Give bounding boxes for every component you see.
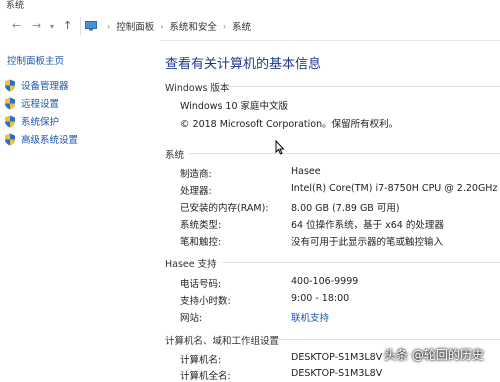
- up-arrow-icon[interactable]: ↑: [63, 19, 72, 32]
- phone-label: 电话号码:: [180, 279, 222, 290]
- shield-icon: [5, 115, 15, 127]
- sidebar-item-label: 系统保护: [21, 117, 60, 128]
- title-bar: 系统: [0, 0, 500, 12]
- back-arrow-icon[interactable]: ←: [12, 19, 21, 32]
- computer-name-section-title: 计算机名、域和工作组设置: [165, 336, 280, 347]
- control-panel-home-link[interactable]: 控制面板主页: [7, 53, 64, 67]
- breadcrumb-system-security[interactable]: 系统和安全: [169, 19, 217, 33]
- computer-name-value: DESKTOP-S1M3L8V: [291, 352, 383, 363]
- windows-edition-value: Windows 10 家庭中文版: [180, 101, 289, 112]
- breadcrumb-control-panel[interactable]: 控制面板: [116, 19, 154, 33]
- system-section-title: 系统: [165, 150, 185, 161]
- support-hours-label: 支持小时数:: [180, 296, 231, 307]
- sidebar-item-system-protection[interactable]: 系统保护: [4, 112, 78, 130]
- sidebar-item-advanced-settings[interactable]: 高级系统设置: [4, 130, 78, 148]
- shield-icon: [5, 133, 15, 145]
- mouse-cursor-icon: [275, 140, 285, 155]
- full-computer-name-value: DESKTOP-S1M3L8V: [291, 368, 383, 379]
- pen-touch-label: 笔和触控:: [180, 237, 222, 248]
- online-support-link[interactable]: 联机支持: [291, 310, 329, 324]
- windows-edition-section-title: Windows 版本: [165, 83, 230, 94]
- breadcrumb-separator-icon: ›: [160, 21, 164, 31]
- breadcrumb[interactable]: › 控制面板 › 系统和安全 › 系统: [80, 17, 500, 35]
- sidebar-task-list: 设备管理器 远程设置 系统保护 高级系统设置: [4, 76, 78, 148]
- section-divider: [228, 86, 500, 87]
- forward-arrow-icon[interactable]: →: [32, 19, 41, 32]
- support-hours-value: 9:00 - 18:00: [291, 293, 350, 304]
- address-bar: ← → ▾ ↑ › 控制面板 › 系统和安全 › 系统: [0, 12, 500, 41]
- full-computer-name-label: 计算机全名:: [180, 371, 231, 382]
- ram-label: 已安装的内存(RAM):: [180, 203, 269, 214]
- breadcrumb-system[interactable]: 系统: [232, 19, 251, 33]
- breadcrumb-separator-icon: ›: [222, 21, 227, 31]
- shield-icon: [5, 97, 15, 109]
- system-type-value: 64 位操作系统，基于 x64 的处理器: [291, 220, 444, 231]
- support-section-title: Hasee 支持: [165, 259, 217, 270]
- window-title: 系统: [6, 1, 25, 11]
- control-panel-icon: [85, 21, 97, 31]
- section-divider: [222, 262, 500, 263]
- copyright-text: © 2018 Microsoft Corporation。保留所有权利。: [180, 119, 399, 130]
- sidebar: 控制面板主页 设备管理器 远程设置 系统保护 高级系统设置: [0, 40, 160, 375]
- breadcrumb-separator-icon: ›: [107, 21, 111, 31]
- processor-label: 处理器:: [180, 186, 212, 197]
- computer-name-label: 计算机名:: [180, 355, 222, 366]
- section-divider: [188, 153, 500, 154]
- ram-value: 8.00 GB (7.89 GB 可用): [291, 203, 400, 214]
- page-title: 查看有关计算机的基本信息: [165, 57, 322, 72]
- manufacturer-label: 制造商:: [180, 169, 212, 180]
- pen-touch-value: 没有可用于此显示器的笔或触控输入: [291, 237, 444, 248]
- processor-value: Intel(R) Core(TM) i7-8750H CPU @ 2.20GHz…: [291, 183, 500, 194]
- sidebar-item-label: 高级系统设置: [21, 135, 79, 146]
- watermark: 头条 @轮回的历史: [384, 348, 484, 362]
- system-type-label: 系统类型:: [180, 220, 222, 231]
- shield-icon: [5, 79, 15, 91]
- sidebar-item-label: 设备管理器: [21, 81, 69, 92]
- section-divider: [278, 339, 500, 340]
- recent-dropdown-icon[interactable]: ▾: [50, 22, 54, 31]
- website-label: 网站:: [180, 313, 203, 324]
- main-content: 查看有关计算机的基本信息 Windows 版本 Windows 10 家庭中文版…: [160, 40, 500, 382]
- manufacturer-value: Hasee: [291, 166, 321, 177]
- sidebar-item-label: 远程设置: [21, 99, 60, 110]
- sidebar-item-device-manager[interactable]: 设备管理器: [4, 76, 78, 94]
- sidebar-item-remote-settings[interactable]: 远程设置: [4, 94, 78, 112]
- phone-value: 400-106-9999: [291, 276, 359, 287]
